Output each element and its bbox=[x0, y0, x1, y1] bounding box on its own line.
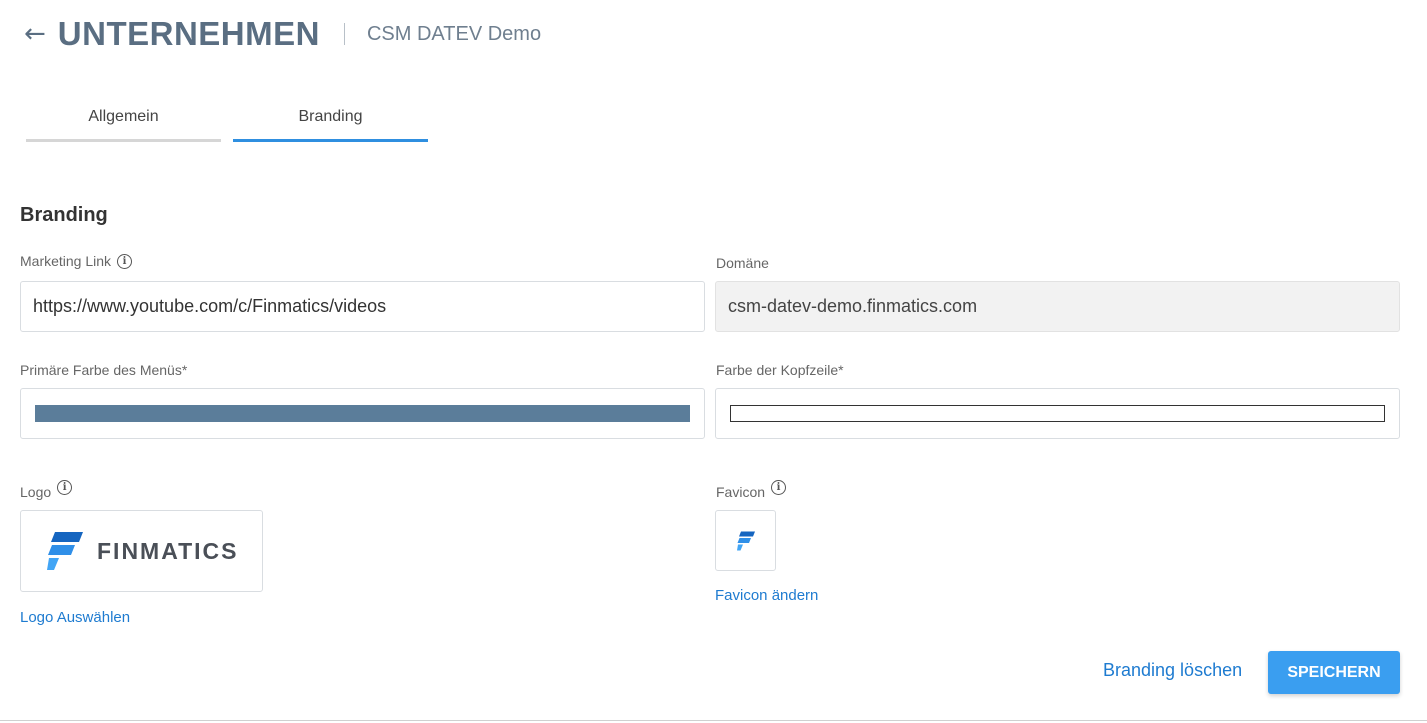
favicon-label: Favicon i bbox=[716, 474, 787, 500]
tab-general[interactable]: Allgemein bbox=[26, 100, 221, 142]
info-icon[interactable]: i bbox=[771, 479, 787, 495]
title-separator bbox=[343, 23, 345, 45]
delete-branding-link[interactable]: Branding löschen bbox=[1103, 660, 1242, 681]
finmatics-logo-icon bbox=[47, 532, 83, 570]
page-header: ← UNTERNEHMEN CSM DATEV Demo bbox=[24, 14, 541, 54]
logo-label-text: Logo bbox=[20, 484, 52, 500]
primary-menu-color-label: Primäre Farbe des Menüs* bbox=[20, 362, 187, 378]
favicon-label-text: Favicon bbox=[716, 484, 766, 500]
favicon-preview bbox=[715, 510, 776, 571]
page-title: UNTERNEHMEN bbox=[57, 15, 320, 52]
info-icon[interactable]: i bbox=[57, 479, 73, 495]
select-logo-link[interactable]: Logo Auswählen bbox=[20, 609, 130, 626]
tab-general-label: Allgemein bbox=[88, 108, 159, 125]
primary-menu-color-swatch bbox=[35, 405, 690, 422]
change-favicon-link[interactable]: Favicon ändern bbox=[715, 587, 818, 604]
finmatics-favicon-icon bbox=[736, 531, 755, 550]
domain-input: csm-datev-demo.finmatics.com bbox=[715, 281, 1400, 332]
domain-label: Domäne bbox=[716, 255, 769, 271]
tab-branding[interactable]: Branding bbox=[233, 100, 428, 142]
logo-preview: FINMATICS bbox=[20, 510, 263, 592]
domain-label-text: Domäne bbox=[716, 255, 769, 271]
tab-branding-indicator bbox=[233, 139, 428, 142]
primary-menu-color-label-text: Primäre Farbe des Menüs* bbox=[20, 362, 188, 378]
save-button[interactable]: SPEICHERN bbox=[1268, 651, 1400, 694]
logo-label: Logo i bbox=[20, 474, 73, 500]
header-color-label-text: Farbe der Kopfzeile* bbox=[716, 362, 844, 378]
bottom-divider bbox=[0, 720, 1427, 721]
arrow-left-icon[interactable]: ← bbox=[24, 21, 46, 47]
header-color-swatch bbox=[730, 405, 1385, 422]
info-icon[interactable]: i bbox=[117, 253, 133, 269]
tab-branding-label: Branding bbox=[298, 108, 363, 125]
primary-menu-color-picker[interactable] bbox=[20, 388, 705, 439]
marketing-link-label-text: Marketing Link bbox=[20, 253, 112, 269]
tab-general-indicator bbox=[26, 139, 221, 142]
marketing-link-input[interactable]: https://www.youtube.com/c/Finmatics/vide… bbox=[20, 281, 705, 332]
logo-wordmark: FINMATICS bbox=[97, 537, 239, 564]
section-title: Branding bbox=[20, 204, 108, 226]
header-color-picker[interactable] bbox=[715, 388, 1400, 439]
header-color-label: Farbe der Kopfzeile* bbox=[716, 362, 844, 378]
company-name: CSM DATEV Demo bbox=[366, 22, 542, 45]
marketing-link-label: Marketing Link i bbox=[20, 253, 133, 269]
